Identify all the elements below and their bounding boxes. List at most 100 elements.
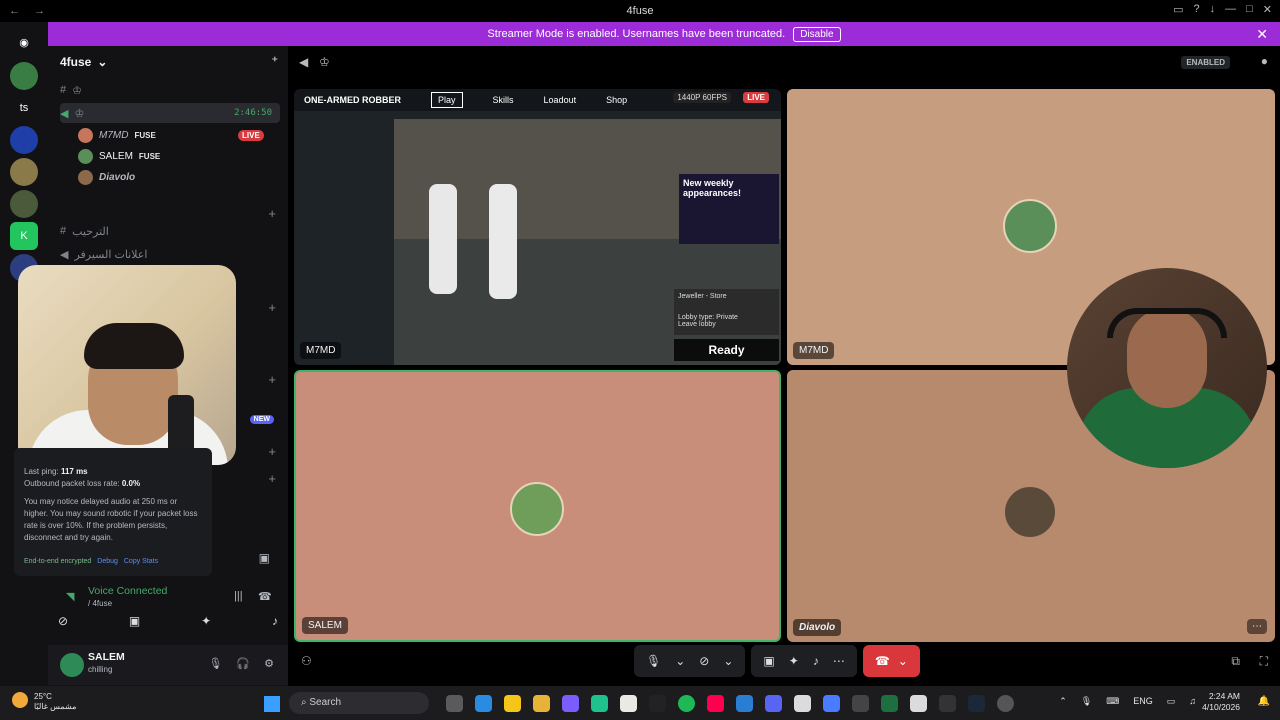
app-icon[interactable] [649,695,666,712]
signal-icon: ◥ [66,591,75,603]
tile-label: SALEM [302,617,348,634]
participant-tile-speaking[interactable]: SALEM [294,370,781,642]
volume-icon[interactable]: ♫ [1189,696,1196,707]
start-icon[interactable] [264,696,280,712]
mic-icon[interactable]: 🎙 [646,654,661,668]
voice-user[interactable]: M7MD FUSE [78,125,156,145]
chevron-down-icon[interactable]: ⌄ [675,654,685,668]
screen-share-icon[interactable]: ▣ [129,614,140,636]
chrome-icon[interactable] [910,695,927,712]
add-channel-icon[interactable]: + [268,372,276,387]
screen-share-icon[interactable]: ▣ [763,654,774,668]
chrome-icon[interactable] [794,695,811,712]
more-icon[interactable]: ⋯ [833,654,845,668]
voice-user[interactable]: Diavolo [78,167,135,187]
guild-header[interactable]: 4fuse ⌄ ⁺ [48,46,288,78]
tile-label: M7MD [300,342,342,359]
more-options-icon[interactable]: ⋯ [1247,619,1267,634]
screen-share-icon[interactable]: ▣ [259,551,270,565]
app-icon[interactable] [736,695,753,712]
chrome-icon[interactable] [620,695,637,712]
app-icon[interactable] [504,695,521,712]
voice-user[interactable]: SALEM FUSE [78,146,160,166]
server-icon[interactable] [10,158,38,186]
network-icon[interactable]: ▭ [1167,696,1176,707]
inbox-icon[interactable]: ▭ [1173,3,1183,16]
language[interactable]: ENG [1133,696,1153,707]
text-channel[interactable]: # الترحيب [60,221,280,241]
voice-channel[interactable]: ◀ ♔ 2:46:50 [60,103,280,123]
window-title: 4fuse [626,4,654,17]
server-icon[interactable] [10,126,38,154]
invite-icon[interactable]: ⚇ [301,654,312,668]
tiktok-icon[interactable] [707,695,724,712]
hang-up-button[interactable]: ☎ ⌄ [862,645,920,677]
add-channel-icon[interactable]: + [268,471,276,486]
steam-icon[interactable] [968,695,985,712]
stream-tile[interactable]: ONE-ARMED ROBBER Play Skills Loadout Sho… [294,89,781,365]
maximize-icon[interactable]: □ [1246,3,1253,16]
popout-icon[interactable]: ⧉ [1231,654,1240,669]
server-icon[interactable] [10,190,38,218]
streamer-mode-banner: Streamer Mode is enabled. Usernames have… [48,22,1280,46]
camera-off-icon[interactable]: ⊘ [58,614,68,636]
activities-icon[interactable]: ✦ [789,654,799,668]
lobby-type: Lobby type: Private [678,314,738,321]
activities-icon[interactable]: ✦ [201,614,211,636]
server-ts[interactable]: ts [10,94,38,122]
fullscreen-icon[interactable]: ⛶ [1260,654,1268,669]
game-title: ONE-ARMED ROBBER [304,95,402,105]
add-member-icon[interactable]: ⁺ [272,54,278,68]
file-explorer-icon[interactable] [533,695,550,712]
chevron-up-icon[interactable]: ⌃ [1059,696,1067,707]
user-name: Diavolo [99,171,136,183]
debug-link[interactable]: Debug [97,558,118,565]
streamer-webcam [18,265,236,465]
live-badge: LIVE [743,92,769,103]
app-icon[interactable] [852,695,869,712]
minimize-icon[interactable]: — [1225,3,1236,16]
app-icon[interactable] [939,695,956,712]
app-icon[interactable] [562,695,579,712]
task-view-icon[interactable] [446,695,463,712]
noise-suppression-icon[interactable]: ||| [234,590,243,602]
soundboard-icon[interactable]: ♪ [813,654,819,668]
disable-button[interactable]: Disable [793,26,841,42]
keyboard-icon[interactable]: ⌨ [1106,696,1119,707]
announcement-channel[interactable]: ◀ اعلانات السيرفر [60,244,280,264]
edge-icon[interactable] [475,695,492,712]
mic-icon[interactable]: 🎙 [208,657,222,670]
game-menu-item: Shop [606,95,628,105]
kick-server-icon[interactable]: K [10,222,38,250]
close-window-icon[interactable]: ✕ [1263,3,1272,16]
avatar[interactable] [60,653,84,677]
app-icon[interactable] [997,695,1014,712]
help-icon[interactable]: ? [1194,3,1200,16]
disconnect-icon[interactable]: ☎ [258,590,272,603]
excel-icon[interactable] [881,695,898,712]
server-avatar-icon[interactable] [10,62,38,90]
headphones-icon[interactable]: 🎧 [236,657,250,670]
search-input[interactable]: ⌕ Search [289,692,429,714]
clock[interactable]: 2:24 AM 4/10/2026 [1202,691,1240,713]
download-icon[interactable]: ↓ [1210,3,1216,16]
add-channel-icon[interactable]: + [268,206,276,221]
close-icon[interactable]: ✕ [1256,26,1268,43]
soundboard-icon[interactable]: ♪ [272,614,278,636]
text-channel[interactable]: # ♔ [60,80,280,100]
app-icon[interactable] [591,695,608,712]
settings-gear-icon[interactable]: ⚙ [264,657,274,670]
notification-icon[interactable]: 🔔 [1258,696,1270,707]
mic-icon[interactable]: 🎙 [1081,696,1092,707]
discord-home-icon[interactable]: ◉ [10,28,38,56]
chat-icon[interactable]: ● [1261,54,1268,68]
discord-icon[interactable] [765,695,782,712]
copy-stats-link[interactable]: Copy Stats [124,558,158,565]
add-channel-icon[interactable]: + [268,444,276,459]
app-icon[interactable] [823,695,840,712]
chevron-down-icon[interactable]: ⌄ [723,654,733,668]
spotify-icon[interactable] [678,695,695,712]
add-channel-icon[interactable]: + [268,300,276,315]
camera-off-icon[interactable]: ⊘ [699,654,709,668]
weather-widget[interactable]: 25°C مشمس غالبًا [12,692,76,712]
